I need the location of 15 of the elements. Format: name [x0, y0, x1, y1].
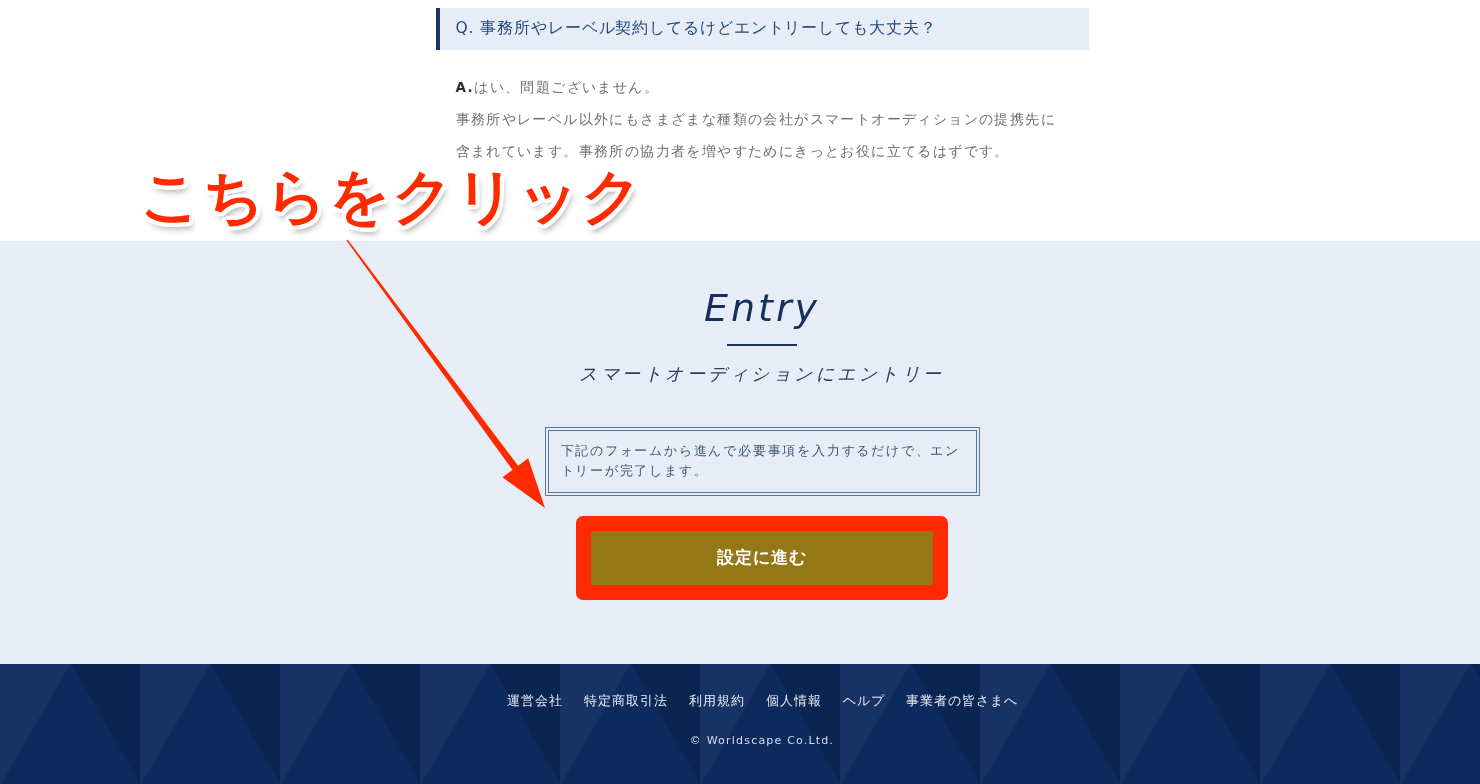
- faq-question: Q. 事務所やレーベル契約してるけどエントリーしても大丈夫？: [435, 8, 1089, 50]
- callout-text: こちらをクリック: [140, 166, 644, 226]
- footer-link[interactable]: 事業者の皆さまへ: [905, 692, 1018, 710]
- copyright-text: © Worldscape Co.Ltd.: [689, 733, 835, 749]
- footer-link[interactable]: 利用規約: [688, 692, 745, 710]
- faq-answer-detail: 事務所やレーベル以外にもさまざまな種類の会社がスマートオーディションの提携先に含まれています。事務所の協力者を増やすためにきっとお役に立てるはずです。: [454, 110, 1058, 161]
- faq-answer: A.はい、問題ございません。: [454, 78, 660, 97]
- footer-link[interactable]: ヘルプ: [842, 692, 885, 710]
- info-note: 下記のフォームから進んで必要事項を入力するだけで、エントリーが完了します。: [544, 427, 980, 496]
- footer-link[interactable]: 運営会社: [506, 692, 563, 710]
- footer-link[interactable]: 特定商取引法: [583, 692, 668, 710]
- footer-link[interactable]: 個人情報: [765, 692, 822, 710]
- section-subtitle: スマートオーディションにエントリー: [579, 363, 945, 385]
- proceed-button[interactable]: 設定に進む: [591, 531, 933, 585]
- section-title: Entry: [703, 285, 821, 332]
